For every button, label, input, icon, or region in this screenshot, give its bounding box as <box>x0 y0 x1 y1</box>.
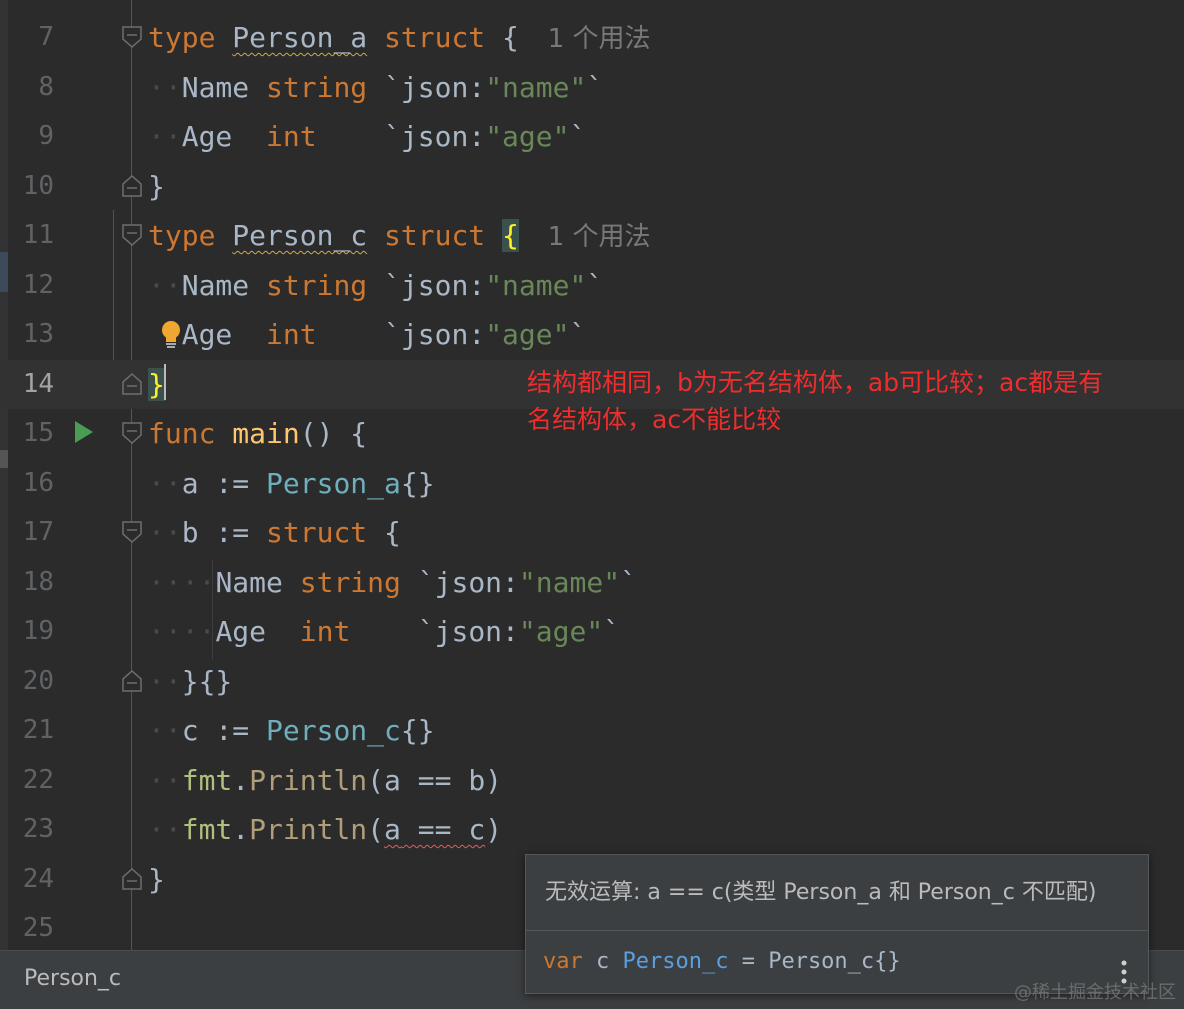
line-number: 18 <box>22 566 54 597</box>
code-text[interactable]: func main() { <box>148 409 367 459</box>
fold-open-icon[interactable] <box>121 421 143 447</box>
code-line[interactable]: 19 ····Age int `json:"age"` <box>0 607 1184 657</box>
code-text[interactable]: ··fmt.Println(a == b) <box>148 756 502 806</box>
line-number: 25 <box>22 913 54 943</box>
code-text[interactable]: ··fmt.Println(a == c) <box>148 805 502 855</box>
code-line[interactable]: 16 ··a := Person_a{} <box>0 459 1184 509</box>
code-text[interactable]: ··Name string `json:"name"` <box>148 63 603 113</box>
code-line[interactable]: 12 ··Name string `json:"name"` <box>0 261 1184 311</box>
code-line[interactable]: 17 ··b := struct { <box>0 508 1184 558</box>
line-number: 9 <box>38 121 54 151</box>
line-number: 21 <box>22 715 54 745</box>
fold-open-icon[interactable] <box>121 223 143 249</box>
run-icon[interactable] <box>73 419 95 449</box>
code-line[interactable]: 18 ····Name string `json:"name"` <box>0 558 1184 608</box>
fold-close-icon[interactable] <box>121 370 143 396</box>
code-text[interactable]: ··c := Person_c{} <box>148 706 435 756</box>
code-text[interactable]: ··a := Person_a{} <box>148 459 435 509</box>
line-number: 15 <box>22 418 54 448</box>
usage-hint[interactable]: 1 个用法 <box>548 24 651 54</box>
code-text[interactable]: } <box>148 855 165 905</box>
code-line[interactable]: 11 type Person_c struct { 1 个用法 <box>0 211 1184 261</box>
code-line[interactable]: 10 } <box>0 162 1184 212</box>
line-number: 12 <box>22 269 54 300</box>
lightbulb-icon[interactable] <box>158 318 184 354</box>
line-number: 17 <box>22 517 54 547</box>
line-number: 16 <box>22 467 54 498</box>
code-text[interactable]: Age int `json:"age"` <box>148 310 587 360</box>
annotation-line: 结构都相同，b为无名结构体，ab可比较；ac都是有 <box>527 368 1104 397</box>
code-text[interactable]: ··Name string `json:"name"` <box>148 261 603 311</box>
watermark: @稀土掘金技术社区 <box>1014 982 1176 1003</box>
popup-divider <box>526 930 1148 931</box>
code-text[interactable]: ····Age int `json:"age"` <box>148 607 620 657</box>
line-number: 14 <box>22 368 54 399</box>
text-caret <box>164 364 166 400</box>
error-expression: a == c <box>384 813 486 846</box>
code-line[interactable]: 7 type Person_a struct { 1 个用法 <box>0 13 1184 63</box>
code-text[interactable]: } <box>148 162 165 212</box>
annotation-line: 名结构体，ac不能比较 <box>527 405 782 434</box>
line-number: 23 <box>22 814 54 844</box>
line-number: 7 <box>38 22 54 52</box>
line-number: 10 <box>22 170 54 201</box>
usage-hint[interactable]: 1 个用法 <box>548 222 651 252</box>
matched-brace: } <box>148 367 165 401</box>
line-number: 19 <box>22 616 54 646</box>
red-annotation: 结构都相同，b为无名结构体，ab可比较；ac都是有 名结构体，ac不能比较 <box>527 364 1177 438</box>
code-line[interactable]: 9 ··Age int `json:"age"` <box>0 112 1184 162</box>
code-editor[interactable]: 7 type Person_a struct { 1 个用法 8 ··Name … <box>0 0 1184 950</box>
code-text[interactable]: ····Name string `json:"name"` <box>148 558 637 608</box>
code-line[interactable]: 8 ··Name string `json:"name"` <box>0 63 1184 113</box>
error-tooltip-popup[interactable]: 无效运算: a == c(类型 Person_a 和 Person_c 不匹配)… <box>525 854 1149 994</box>
line-number: 11 <box>22 220 54 250</box>
fold-open-icon[interactable] <box>121 25 143 51</box>
error-message: 无效运算: a == c(类型 Person_a 和 Person_c 不匹配) <box>545 880 1097 905</box>
fold-close-icon[interactable] <box>121 667 143 693</box>
declaration-preview: var c Person_c = Person_c{} <box>543 949 901 974</box>
code-line[interactable]: 22 ··fmt.Println(a == b) <box>0 756 1184 806</box>
matched-brace: { <box>502 219 519 252</box>
code-text[interactable]: type Person_c struct { 1 个用法 <box>148 211 651 263</box>
line-number: 13 <box>22 319 54 349</box>
line-number: 24 <box>22 863 54 894</box>
code-line[interactable]: 20 ··}{} <box>0 657 1184 707</box>
code-line[interactable]: 23 ··fmt.Println(a == c) <box>0 805 1184 855</box>
fold-close-icon[interactable] <box>121 865 143 891</box>
code-text[interactable]: ··b := struct { <box>148 508 401 558</box>
breadcrumb[interactable]: Person_c <box>24 959 121 999</box>
fold-close-icon[interactable] <box>121 172 143 198</box>
line-number: 8 <box>38 71 54 102</box>
fold-open-icon[interactable] <box>121 520 143 546</box>
line-number: 20 <box>22 665 54 696</box>
code-line[interactable]: 21 ··c := Person_c{} <box>0 706 1184 756</box>
code-text[interactable]: type Person_a struct { 1 个用法 <box>148 13 651 65</box>
code-text[interactable]: ··}{} <box>148 657 232 707</box>
line-number: 22 <box>22 764 54 795</box>
code-text[interactable]: } <box>148 360 165 410</box>
code-text[interactable]: ··Age int `json:"age"` <box>148 112 586 162</box>
